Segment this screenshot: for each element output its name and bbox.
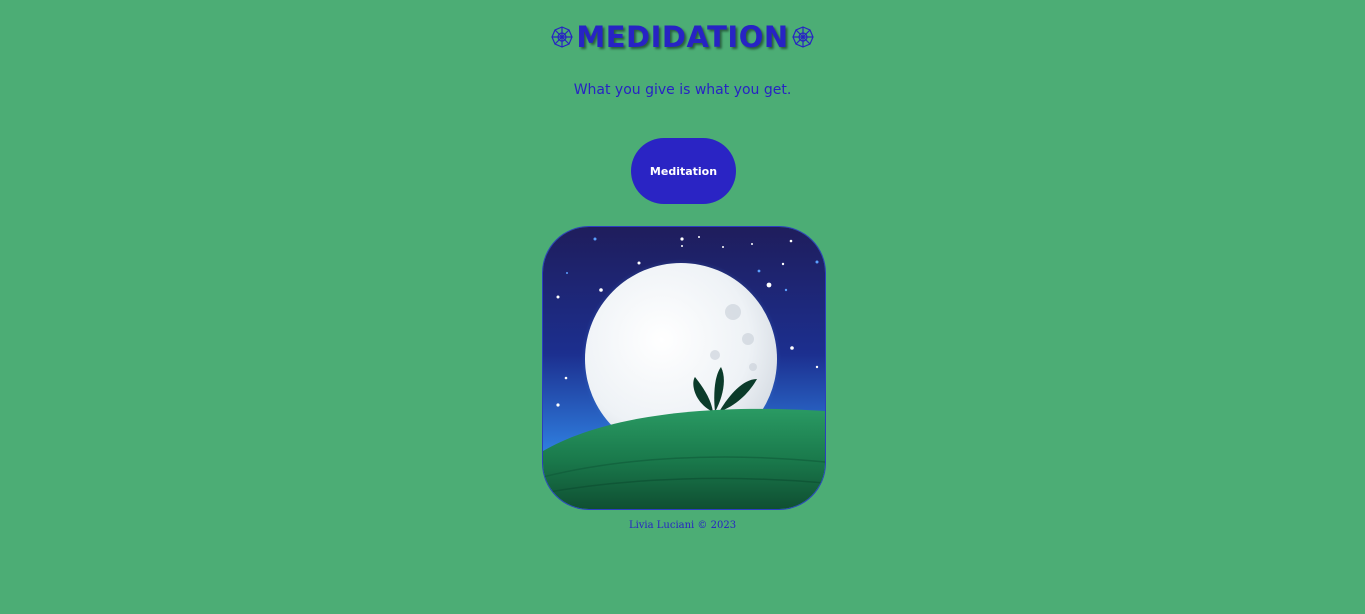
page-title: MEDIDATION — [576, 20, 789, 54]
meditation-button[interactable]: Meditation — [631, 138, 736, 204]
moon-over-hill-illustration — [543, 227, 825, 509]
snowflake-ornament-icon — [791, 25, 815, 49]
page-subtitle: What you give is what you get. — [573, 82, 792, 98]
snowflake-ornament-icon — [550, 25, 574, 49]
footer-credit: Livia Luciani © 2023 — [628, 520, 737, 531]
title-row: MEDIDATION — [0, 14, 1365, 60]
